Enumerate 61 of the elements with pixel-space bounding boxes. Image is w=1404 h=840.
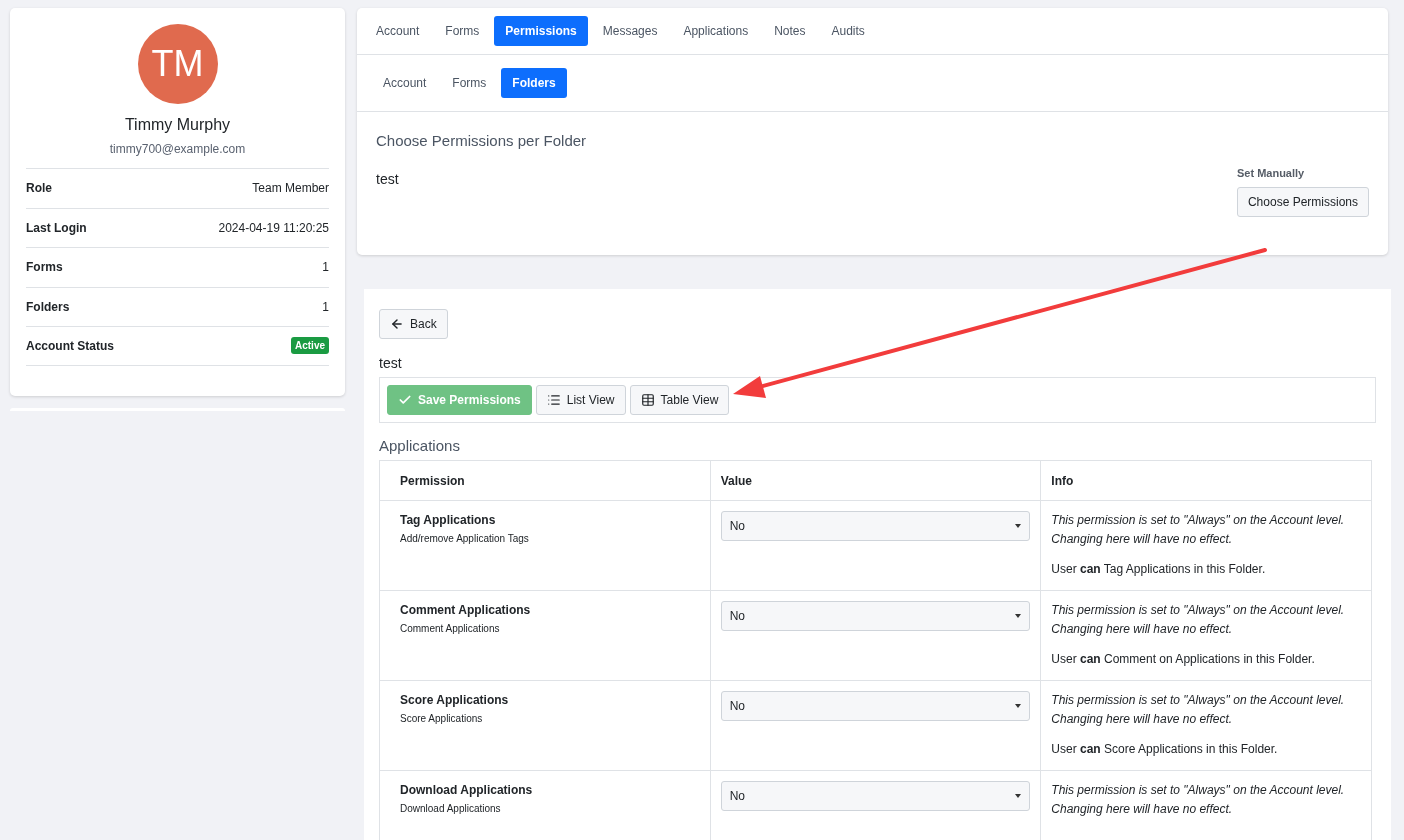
info-result: User can Comment on Applications in this Folder. — [1051, 652, 1316, 666]
tab[interactable]: Audits — [820, 16, 876, 46]
permission-title: Tag Applications — [400, 513, 497, 527]
column-header: Info — [1040, 460, 1372, 501]
permission-description: Add/remove Application Tags — [400, 533, 530, 544]
caret-icon — [1015, 794, 1022, 798]
detail-value: 1 — [322, 260, 329, 275]
permission-title: Comment Applications — [400, 603, 532, 617]
status-badge: Active — [291, 337, 329, 355]
list-icon — [546, 393, 561, 407]
section-heading: Applications — [379, 437, 461, 454]
section-heading: Choose Permissions per Folder — [376, 132, 588, 149]
detail-label: Account Status — [26, 338, 114, 353]
tab[interactable]: Forms — [434, 16, 491, 46]
info-result: User can Tag Applications in this Folder. — [1051, 562, 1267, 576]
value-select[interactable]: No — [720, 691, 1031, 721]
permission-description: Score Applications — [400, 713, 484, 724]
tab[interactable]: Permissions — [494, 16, 588, 46]
value-select[interactable]: No — [720, 781, 1031, 811]
user-email: timmy700@example.com — [109, 142, 246, 156]
value-select[interactable]: No — [720, 511, 1031, 541]
check-icon — [398, 393, 412, 407]
tab[interactable]: Account — [365, 16, 431, 46]
permission-title: Download Applications — [400, 783, 534, 797]
detail-value: 1 — [322, 299, 329, 314]
caret-icon — [1015, 524, 1022, 528]
detail-value: Team Member — [252, 181, 329, 196]
list-button[interactable]: List View — [535, 385, 626, 415]
info-note: This permission is set to "Always" on the Account level. Changing here will have no effect. — [1051, 692, 1346, 728]
permission-description: Download Applications — [400, 803, 502, 814]
sub-tab[interactable]: Forms — [441, 68, 498, 98]
folder-title: test — [379, 355, 403, 371]
info-result: User can Score Applications in this Folder. — [1051, 742, 1279, 756]
detail-value: 2024-04-19 11:20:25 — [218, 220, 329, 235]
sub-tab[interactable]: Folders — [501, 68, 567, 98]
table-icon — [640, 393, 655, 407]
sub-tab[interactable]: Account — [372, 68, 438, 98]
choose-permissions-button[interactable]: Choose Permissions — [1236, 187, 1369, 217]
info-note: This permission is set to "Always" on the Account level. Changing here will have no effect. — [1051, 782, 1346, 818]
permission-description: Comment Applications — [400, 623, 501, 634]
caret-icon — [1015, 614, 1022, 618]
permission-title: Score Applications — [400, 693, 510, 707]
mode-label: Set Manually — [1236, 167, 1305, 179]
tab[interactable]: Applications — [672, 16, 760, 46]
avatar: TM — [137, 24, 218, 104]
detail-label: Last Login — [26, 220, 87, 235]
column-header: Permission — [379, 460, 711, 501]
caret-icon — [1015, 704, 1022, 708]
detail-label: Forms — [26, 260, 63, 275]
value-select[interactable]: No — [720, 601, 1031, 631]
info-note: This permission is set to "Always" on the Account level. Changing here will have no effect. — [1051, 602, 1346, 638]
user-name: Timmy Murphy — [124, 116, 231, 134]
folder-name: test — [376, 171, 399, 187]
info-note: This permission is set to "Always" on the Account level. Changing here will have no effect. — [1051, 512, 1346, 548]
tab[interactable]: Messages — [591, 16, 669, 46]
table-button[interactable]: Table View — [629, 385, 730, 415]
detail-label: Folders — [26, 299, 70, 314]
back-button[interactable]: Back — [379, 309, 448, 339]
detail-label: Role — [26, 181, 52, 196]
column-header: Value — [710, 460, 1041, 501]
tab[interactable]: Notes — [763, 16, 817, 46]
